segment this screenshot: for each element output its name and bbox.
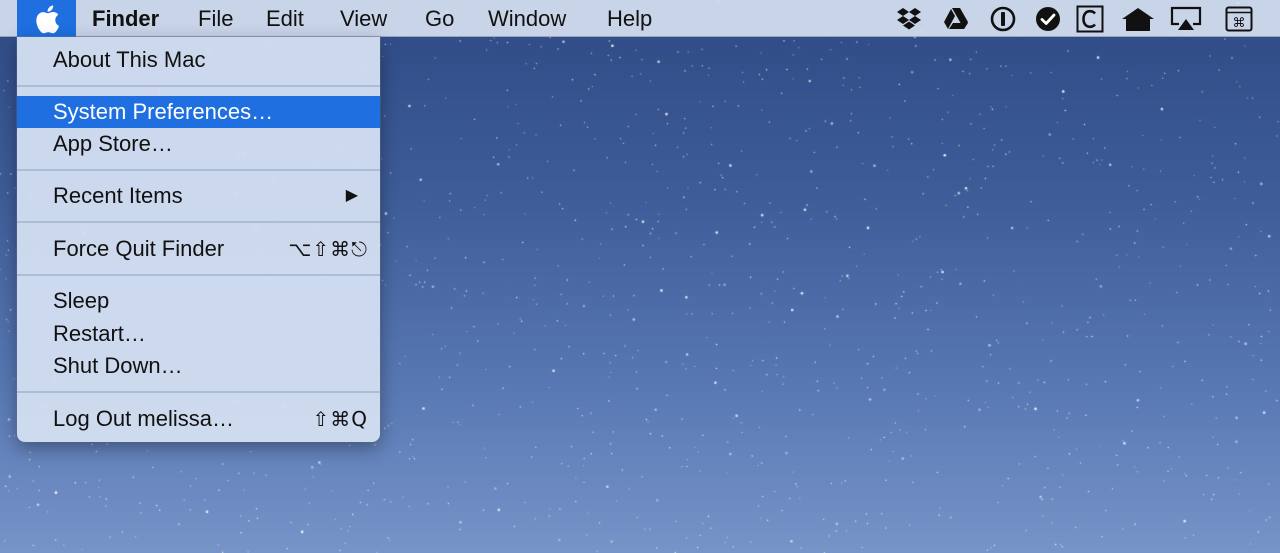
menu-item-label: Restart… bbox=[53, 321, 146, 346]
keyboard-shortcut: ⇧⌘Q bbox=[312, 407, 368, 431]
1password-icon[interactable] bbox=[989, 5, 1017, 33]
menu-item-app-store[interactable]: App Store… bbox=[17, 128, 380, 160]
command-key-icon[interactable]: ⌘ bbox=[1225, 5, 1253, 33]
keyboard-shortcut: ⌥⇧⌘⎋ bbox=[288, 237, 368, 261]
menu-bar: Finder File Edit View Go Window Help ⌘ bbox=[0, 0, 1280, 37]
menu-item-log-out[interactable]: Log Out melissa… ⇧⌘Q bbox=[17, 403, 380, 435]
menu-item-label: Recent Items bbox=[53, 183, 183, 208]
menu-edit[interactable]: Edit bbox=[266, 0, 304, 37]
airplay-icon[interactable] bbox=[1170, 5, 1202, 33]
checkmark-circle-icon[interactable] bbox=[1034, 5, 1062, 33]
menu-separator bbox=[17, 274, 380, 276]
menu-item-label: System Preferences… bbox=[53, 99, 274, 124]
menu-item-sleep[interactable]: Sleep bbox=[17, 285, 380, 317]
apple-menu-button[interactable] bbox=[17, 0, 76, 37]
menu-file[interactable]: File bbox=[198, 0, 233, 37]
menu-finder[interactable]: Finder bbox=[92, 0, 159, 37]
submenu-arrow-icon: ▶ bbox=[345, 187, 358, 204]
menu-view[interactable]: View bbox=[340, 0, 387, 37]
apple-icon bbox=[35, 4, 59, 33]
home-icon[interactable] bbox=[1121, 5, 1155, 33]
menu-item-label: Log Out melissa… bbox=[53, 406, 234, 431]
menu-item-label: Sleep bbox=[53, 288, 110, 313]
menu-item-system-preferences[interactable]: System Preferences… bbox=[17, 96, 380, 128]
dropbox-icon[interactable] bbox=[895, 5, 923, 33]
menu-separator bbox=[17, 391, 380, 393]
menu-item-label: Force Quit Finder bbox=[53, 236, 225, 261]
svg-text:⌘: ⌘ bbox=[1233, 16, 1246, 31]
menu-separator bbox=[17, 169, 380, 171]
menu-help[interactable]: Help bbox=[607, 0, 652, 37]
c-box-icon[interactable] bbox=[1076, 5, 1104, 33]
menu-item-label: App Store… bbox=[53, 131, 173, 156]
menu-separator bbox=[17, 85, 380, 87]
menu-separator bbox=[17, 221, 380, 223]
menu-window[interactable]: Window bbox=[488, 0, 566, 37]
menu-item-label: Shut Down… bbox=[53, 353, 183, 378]
menu-item-shut-down[interactable]: Shut Down… bbox=[17, 350, 380, 382]
menu-go[interactable]: Go bbox=[425, 0, 454, 37]
google-drive-icon[interactable] bbox=[942, 5, 970, 33]
menu-item-force-quit[interactable]: Force Quit Finder ⌥⇧⌘⎋ bbox=[17, 233, 380, 265]
apple-dropdown-menu: About This Mac System Preferences… App S… bbox=[17, 37, 380, 442]
menu-item-label: About This Mac bbox=[53, 47, 206, 72]
menu-item-recent-items[interactable]: Recent Items ▶ bbox=[17, 180, 380, 212]
menu-item-about-this-mac[interactable]: About This Mac bbox=[17, 44, 380, 76]
menu-item-restart[interactable]: Restart… bbox=[17, 318, 380, 350]
